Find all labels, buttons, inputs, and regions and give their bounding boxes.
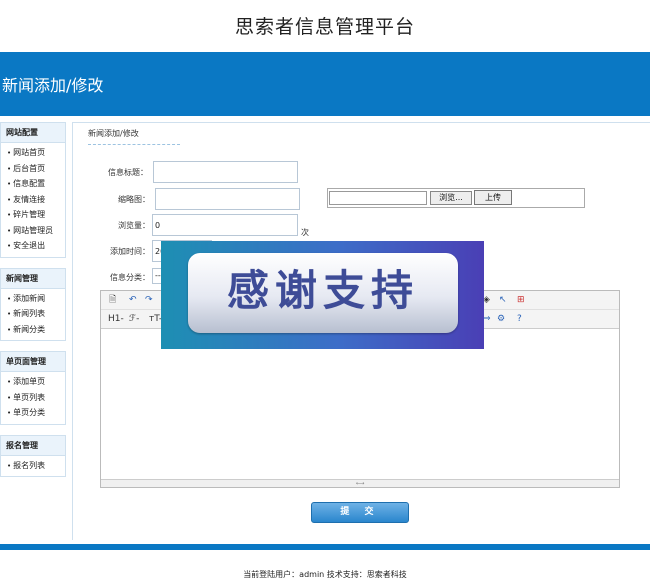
heading-menu[interactable]: H1- — [108, 313, 124, 325]
undo-icon[interactable]: ↶ — [129, 294, 137, 306]
footer-text: 当前登陆用户：admin 技术支持：思索者科技 — [243, 570, 407, 579]
redo-format-icon[interactable]: ⇒ — [483, 313, 491, 325]
thanks-plate: 感谢支持 — [188, 253, 458, 333]
sidebar-item-add-news[interactable]: 添加新闻 — [1, 291, 65, 307]
sidebar-item-add-page[interactable]: 添加单页 — [1, 374, 65, 390]
thanks-banner: 感谢支持 — [161, 241, 484, 349]
sidebar-item-logout[interactable]: 安全退出 — [1, 238, 65, 254]
title-input[interactable] — [153, 161, 298, 183]
file-path-input[interactable] — [329, 191, 427, 205]
preview-icon[interactable]: ◈ — [483, 294, 490, 306]
sidebar-group-title: 报名管理 — [1, 435, 65, 456]
thumbnail-label: 缩略图： — [118, 195, 150, 204]
sidebar-group-news: 新闻管理 添加新闻 新闻列表 新闻分类 — [0, 267, 66, 341]
thanks-text: 感谢支持 — [226, 266, 419, 315]
site-title: 思索者信息管理平台 — [234, 16, 415, 38]
sidebar-item-page-list[interactable]: 单页列表 — [1, 390, 65, 406]
sidebar-item-admin-home[interactable]: 后台首页 — [1, 161, 65, 177]
views-unit: 次 — [301, 228, 309, 237]
font-family-menu[interactable]: ℱ- — [129, 313, 139, 325]
category-label: 信息分类： — [110, 273, 150, 282]
sidebar-item-signup-list[interactable]: 报名列表 — [1, 458, 65, 474]
add-time-label: 添加时间： — [110, 247, 150, 256]
sidebar-group-single-page: 单页面管理 添加单页 单页列表 单页分类 — [0, 351, 66, 425]
sidebar-item-site-admins[interactable]: 网站管理员 — [1, 223, 65, 239]
breadcrumb: 新闻添加/修改 — [88, 128, 180, 145]
sidebar-group-title: 单页面管理 — [1, 352, 65, 372]
sidebar: 网站配置 网站首页 后台首页 信息配置 友情连接 碎片管理 网站管理员 安全退出… — [0, 122, 66, 487]
page-title: 新闻添加/修改 — [2, 76, 104, 95]
sidebar-item-news-list[interactable]: 新闻列表 — [1, 306, 65, 322]
editor-resize-handle[interactable]: ⟷ — [101, 479, 619, 487]
sidebar-group-site-config: 网站配置 网站首页 后台首页 信息配置 友情连接 碎片管理 网站管理员 安全退出 — [0, 122, 66, 258]
upload-button[interactable]: 上传 — [474, 190, 512, 205]
source-icon[interactable]: 🗎 — [109, 294, 116, 306]
sidebar-item-fragments[interactable]: 碎片管理 — [1, 207, 65, 223]
table-icon[interactable]: ⊞ — [517, 294, 525, 306]
link-icon[interactable]: ↖ — [499, 294, 507, 306]
sidebar-item-friend-links[interactable]: 友情连接 — [1, 192, 65, 208]
browse-button[interactable]: 浏览... — [430, 191, 472, 205]
editor-content-area[interactable] — [101, 329, 619, 479]
title-label: 信息标题： — [108, 168, 148, 177]
views-label: 浏览量： — [118, 221, 150, 230]
sidebar-item-page-category[interactable]: 单页分类 — [1, 405, 65, 421]
sidebar-group-title: 新闻管理 — [1, 268, 65, 289]
image-icon[interactable]: ⚙ — [497, 313, 505, 325]
sidebar-item-news-category[interactable]: 新闻分类 — [1, 322, 65, 338]
footer-bar — [0, 544, 650, 550]
views-input[interactable] — [152, 214, 298, 236]
submit-button[interactable]: 提 交 — [311, 502, 409, 523]
redo-icon[interactable]: ↷ — [145, 294, 153, 306]
sidebar-item-site-home[interactable]: 网站首页 — [1, 145, 65, 161]
thumbnail-input[interactable] — [155, 188, 300, 210]
sidebar-group-signup: 报名管理 报名列表 — [0, 434, 66, 477]
sidebar-item-info-config[interactable]: 信息配置 — [1, 176, 65, 192]
help-icon[interactable]: ? — [517, 313, 522, 325]
page-header: 新闻添加/修改 — [0, 52, 650, 116]
file-upload: 浏览... 上传 — [327, 188, 585, 208]
sidebar-group-title: 网站配置 — [1, 123, 65, 143]
